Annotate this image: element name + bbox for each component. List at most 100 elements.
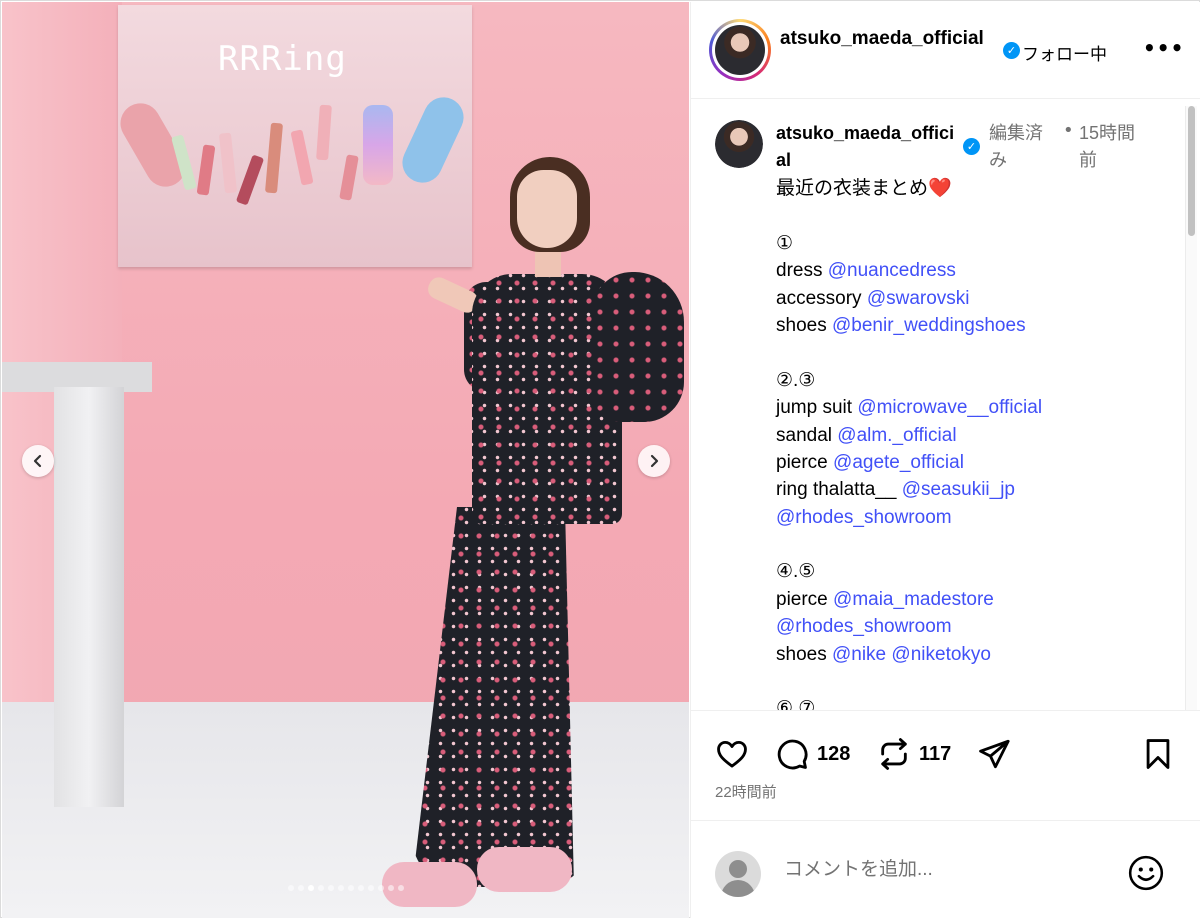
caption-timestamp[interactable]: 15時間前	[1079, 120, 1149, 174]
comments-section: atsuko_maeda_official ✓ 編集済み • 15時間前 最近の…	[691, 100, 1186, 710]
caption-text: pierce	[776, 451, 834, 473]
smiley-icon	[1128, 855, 1164, 891]
repost-count: 117	[919, 742, 952, 765]
mention-link[interactable]: @seasukii_jp	[902, 479, 1015, 500]
carousel-dot	[327, 885, 334, 891]
caption-text: 最近の衣装まとめ❤️	[776, 178, 952, 199]
post-photo: RRRing	[2, 2, 689, 918]
carousel-dot	[367, 885, 374, 891]
scrollbar-thumb[interactable]	[1188, 106, 1195, 236]
comment-input[interactable]	[784, 859, 1114, 881]
caption-author-avatar[interactable]	[715, 120, 763, 168]
separator-dot: •	[1063, 120, 1074, 141]
repost-icon	[881, 738, 907, 770]
comment-bubble-icon	[777, 739, 808, 770]
caption-text: ②.③	[776, 369, 816, 391]
post-details-panel: atsuko_maeda_official ✓ フォロー中 ••• atsuko…	[690, 2, 1200, 918]
carousel-indicator	[2, 885, 689, 891]
comment-count: 128	[817, 742, 851, 765]
mention-link[interactable]: @benir_weddingshoes	[832, 315, 1026, 336]
caption-text: shoes	[776, 643, 832, 665]
paper-plane-icon	[979, 739, 1010, 769]
caption-text: accessory	[776, 287, 867, 309]
caption-line: @rhodes_showroom	[776, 504, 1176, 531]
caption-line: ②.③	[776, 367, 1176, 394]
caption-line: dress @nuancedress	[776, 257, 1176, 284]
caption-line	[776, 531, 1176, 558]
verified-badge-icon: ✓	[1003, 42, 1020, 59]
caption-line	[776, 339, 1176, 366]
caption-line: ④.⑤	[776, 558, 1176, 585]
carousel-dot	[317, 885, 324, 891]
mention-link[interactable]: @agete_official	[833, 452, 964, 473]
carousel-dot	[297, 885, 304, 891]
save-button[interactable]	[1141, 737, 1175, 771]
previous-photo-button[interactable]	[22, 445, 54, 477]
caption-text: ①	[776, 232, 794, 254]
caption-text: jump suit	[776, 397, 858, 419]
caption-line: 最近の衣装まとめ❤️	[776, 175, 1176, 202]
caption-text: sandal	[776, 424, 838, 446]
mention-link[interactable]: @nuancedress	[828, 260, 956, 281]
caption-line: shoes @nike @niketokyo	[776, 641, 1176, 668]
cosmetics-poster: RRRing	[113, 5, 472, 267]
current-user-avatar	[715, 851, 761, 897]
mention-link[interactable]: @nike	[832, 644, 886, 665]
comments-scrollbar[interactable]	[1185, 106, 1197, 710]
add-comment-bar	[691, 820, 1200, 918]
chevron-left-icon	[33, 454, 42, 468]
mention-link[interactable]: @microwave__official	[857, 397, 1042, 418]
heart-icon	[717, 740, 747, 768]
caption-line: ring thalatta__ @seasukii_jp	[776, 476, 1176, 503]
carousel-dot	[397, 885, 404, 891]
caption-text: dress	[776, 260, 828, 282]
caption-line: jump suit @microwave__official	[776, 394, 1176, 421]
caption-text: pierce	[776, 588, 834, 610]
caption-text: ④.⑤	[776, 561, 816, 583]
carousel-dot	[337, 885, 344, 891]
carousel-dot	[287, 885, 294, 891]
caption-text: shoes	[776, 314, 832, 336]
caption-text: ring thalatta__	[776, 479, 902, 501]
author-username[interactable]: atsuko_maeda_official	[780, 26, 990, 52]
post-dialog: RRRing atsuko_maeda_official ✓ フォロー中 •••…	[0, 0, 1200, 918]
carousel-dot	[387, 885, 394, 891]
share-button[interactable]	[977, 737, 1011, 771]
caption-line: ⑥.⑦	[776, 695, 1176, 710]
mention-link[interactable]: @swarovski	[867, 288, 970, 309]
mention-link[interactable]: @niketokyo	[891, 644, 991, 665]
verified-badge-icon: ✓	[963, 138, 980, 155]
mention-link[interactable]: @alm._official	[837, 425, 956, 446]
caption-line	[776, 202, 1176, 229]
caption-text: ⑥.⑦	[776, 698, 816, 710]
repost-button[interactable]: 117	[877, 737, 951, 771]
caption-line	[776, 668, 1176, 695]
caption-line: pierce @agete_official	[776, 449, 1176, 476]
carousel-dot	[357, 885, 364, 891]
mention-link[interactable]: @rhodes_showroom	[776, 616, 952, 637]
following-button[interactable]: フォロー中	[1022, 40, 1107, 65]
caption-author-username[interactable]: atsuko_maeda_official	[776, 120, 958, 174]
caption-line: pierce @maia_madestore	[776, 586, 1176, 613]
post-header: atsuko_maeda_official ✓ フォロー中 •••	[691, 2, 1200, 99]
next-photo-button[interactable]	[638, 445, 670, 477]
bookmark-icon	[1146, 739, 1170, 769]
like-button[interactable]	[715, 737, 749, 771]
author-avatar[interactable]	[709, 19, 771, 81]
mention-link[interactable]: @rhodes_showroom	[776, 507, 952, 528]
poster-logo: RRRing	[218, 39, 347, 79]
caption-line: shoes @benir_weddingshoes	[776, 312, 1176, 339]
emoji-button[interactable]	[1127, 854, 1165, 892]
more-options-icon[interactable]: •••	[1143, 36, 1184, 60]
carousel-dot	[307, 885, 314, 891]
carousel-dot	[377, 885, 384, 891]
mention-link[interactable]: @maia_madestore	[833, 589, 994, 610]
caption-line: sandal @alm._official	[776, 422, 1176, 449]
post-date[interactable]: 22時間前	[715, 781, 777, 802]
chevron-right-icon	[650, 454, 659, 468]
action-bar: 128 117 22時間前	[691, 710, 1200, 820]
caption-line: @rhodes_showroom	[776, 613, 1176, 640]
caption-line: accessory @swarovski	[776, 285, 1176, 312]
comment-button[interactable]: 128	[775, 737, 850, 771]
caption-line: ①	[776, 230, 1176, 257]
